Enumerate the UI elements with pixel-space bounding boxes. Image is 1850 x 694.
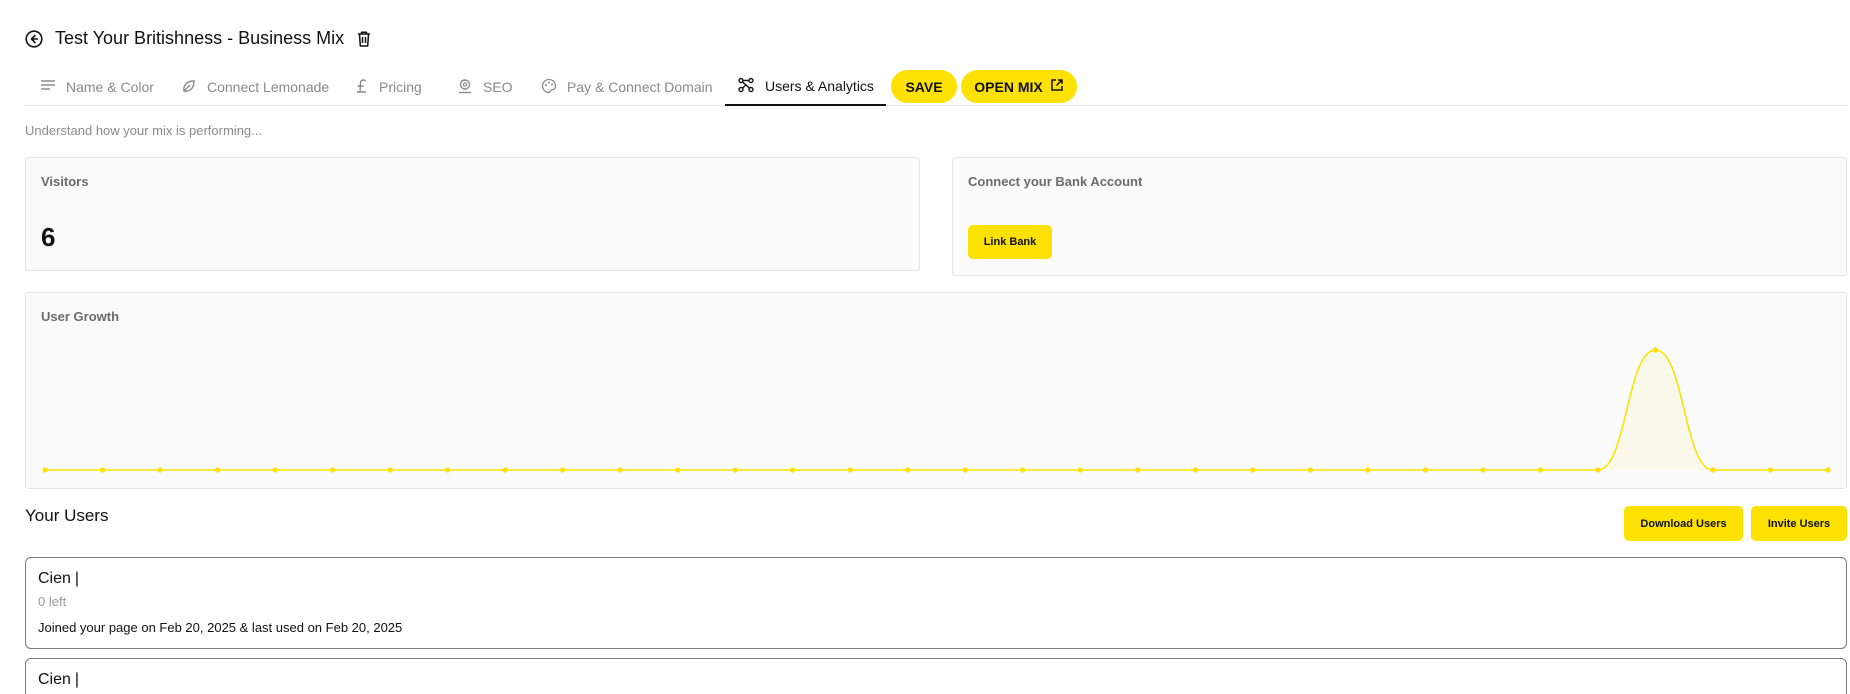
- growth-point[interactable]: [560, 467, 566, 473]
- download-users-button[interactable]: Download Users: [1624, 506, 1743, 541]
- growth-point[interactable]: [1652, 347, 1659, 353]
- user-remaining: 0 left: [38, 594, 67, 609]
- growth-point[interactable]: [962, 467, 968, 473]
- palette-icon: [541, 78, 557, 97]
- tab-seo[interactable]: SEO: [457, 68, 513, 106]
- user-card[interactable]: Cien: [25, 658, 1847, 694]
- growth-point[interactable]: [157, 467, 163, 473]
- leaf-icon: [181, 78, 197, 97]
- growth-point[interactable]: [502, 467, 508, 473]
- bank-card: Connect your Bank Account Link Bank: [952, 157, 1847, 276]
- growth-point[interactable]: [732, 467, 738, 473]
- location-icon: [457, 78, 473, 97]
- growth-point[interactable]: [1825, 467, 1831, 473]
- save-button[interactable]: SAVE: [891, 70, 957, 103]
- tab-connect-lemonade[interactable]: Connect Lemonade: [181, 68, 329, 106]
- open-mix-button[interactable]: OPEN MIX: [961, 70, 1077, 103]
- save-button-label: SAVE: [905, 78, 943, 95]
- user-name: Cien: [38, 570, 79, 588]
- page-subtitle: Understand how your mix is performing...: [25, 123, 262, 138]
- external-link-icon: [1050, 78, 1064, 95]
- growth-point[interactable]: [99, 467, 106, 473]
- visitors-count: 6: [41, 222, 56, 252]
- growth-point[interactable]: [1537, 467, 1544, 473]
- growth-point[interactable]: [214, 467, 221, 473]
- pound-icon: [355, 78, 369, 97]
- growth-point[interactable]: [387, 467, 393, 473]
- trash-icon[interactable]: [356, 30, 372, 48]
- growth-point[interactable]: [1480, 467, 1486, 473]
- invite-users-button[interactable]: Invite Users: [1751, 506, 1847, 541]
- tab-label: Users & Analytics: [765, 78, 874, 94]
- growth-point[interactable]: [1422, 467, 1428, 473]
- back-arrow-icon[interactable]: [25, 29, 43, 48]
- bank-card-label: Connect your Bank Account: [968, 174, 1143, 189]
- user-growth-chart: [42, 347, 1831, 473]
- growth-area: [45, 350, 1828, 470]
- page-title: Test Your Britishness - Business Mix: [55, 28, 345, 48]
- tab-pay-connect-domain[interactable]: Pay & Connect Domain: [541, 68, 713, 106]
- growth-point[interactable]: [675, 467, 681, 473]
- tab-label: SEO: [483, 79, 513, 95]
- growth-point[interactable]: [1710, 467, 1716, 473]
- growth-point[interactable]: [329, 467, 336, 473]
- network-icon: [737, 77, 755, 96]
- growth-point[interactable]: [1595, 467, 1601, 473]
- user-joined-text: Joined your page on Feb 20, 2025 & last …: [38, 620, 403, 635]
- growth-point[interactable]: [272, 467, 278, 473]
- growth-point[interactable]: [1192, 467, 1198, 473]
- growth-line: [44, 349, 1828, 471]
- user-name: Cien: [38, 671, 79, 689]
- growth-point[interactable]: [445, 467, 451, 473]
- growth-point[interactable]: [1767, 467, 1774, 473]
- growth-point[interactable]: [617, 467, 623, 473]
- tab-users-analytics[interactable]: Users & Analytics: [725, 68, 886, 106]
- growth-point[interactable]: [42, 467, 48, 473]
- user-growth-card: User Growth: [25, 292, 1847, 489]
- growth-point[interactable]: [847, 467, 853, 473]
- growth-point[interactable]: [1307, 467, 1313, 473]
- tab-label: Connect Lemonade: [207, 79, 330, 95]
- growth-point[interactable]: [1250, 467, 1256, 473]
- visitors-label: Visitors: [41, 174, 89, 189]
- link-bank-button[interactable]: Link Bank: [968, 225, 1052, 259]
- growth-point[interactable]: [1365, 467, 1371, 473]
- growth-point[interactable]: [790, 467, 796, 473]
- tab-bar: Name & Color Connect Lemonade Pricing SE…: [25, 68, 1847, 106]
- tab-label: Pay & Connect Domain: [567, 79, 713, 95]
- growth-point[interactable]: [1135, 467, 1141, 473]
- visitors-card: Visitors 6: [25, 157, 920, 271]
- growth-point[interactable]: [905, 467, 911, 473]
- page-header: Test Your Britishness - Business Mix: [25, 28, 372, 49]
- growth-point[interactable]: [1077, 467, 1083, 473]
- tab-name-color[interactable]: Name & Color: [40, 68, 154, 106]
- open-mix-button-label: OPEN MIX: [974, 78, 1043, 95]
- lines-icon: [40, 79, 56, 96]
- tab-label: Pricing: [379, 79, 422, 95]
- growth-point[interactable]: [1020, 467, 1026, 473]
- tab-label: Name & Color: [66, 79, 154, 95]
- tab-pricing[interactable]: Pricing: [355, 68, 422, 106]
- your-users-heading: Your Users: [25, 506, 109, 525]
- user-card[interactable]: Cien 0 left Joined your page on Feb 20, …: [25, 557, 1847, 649]
